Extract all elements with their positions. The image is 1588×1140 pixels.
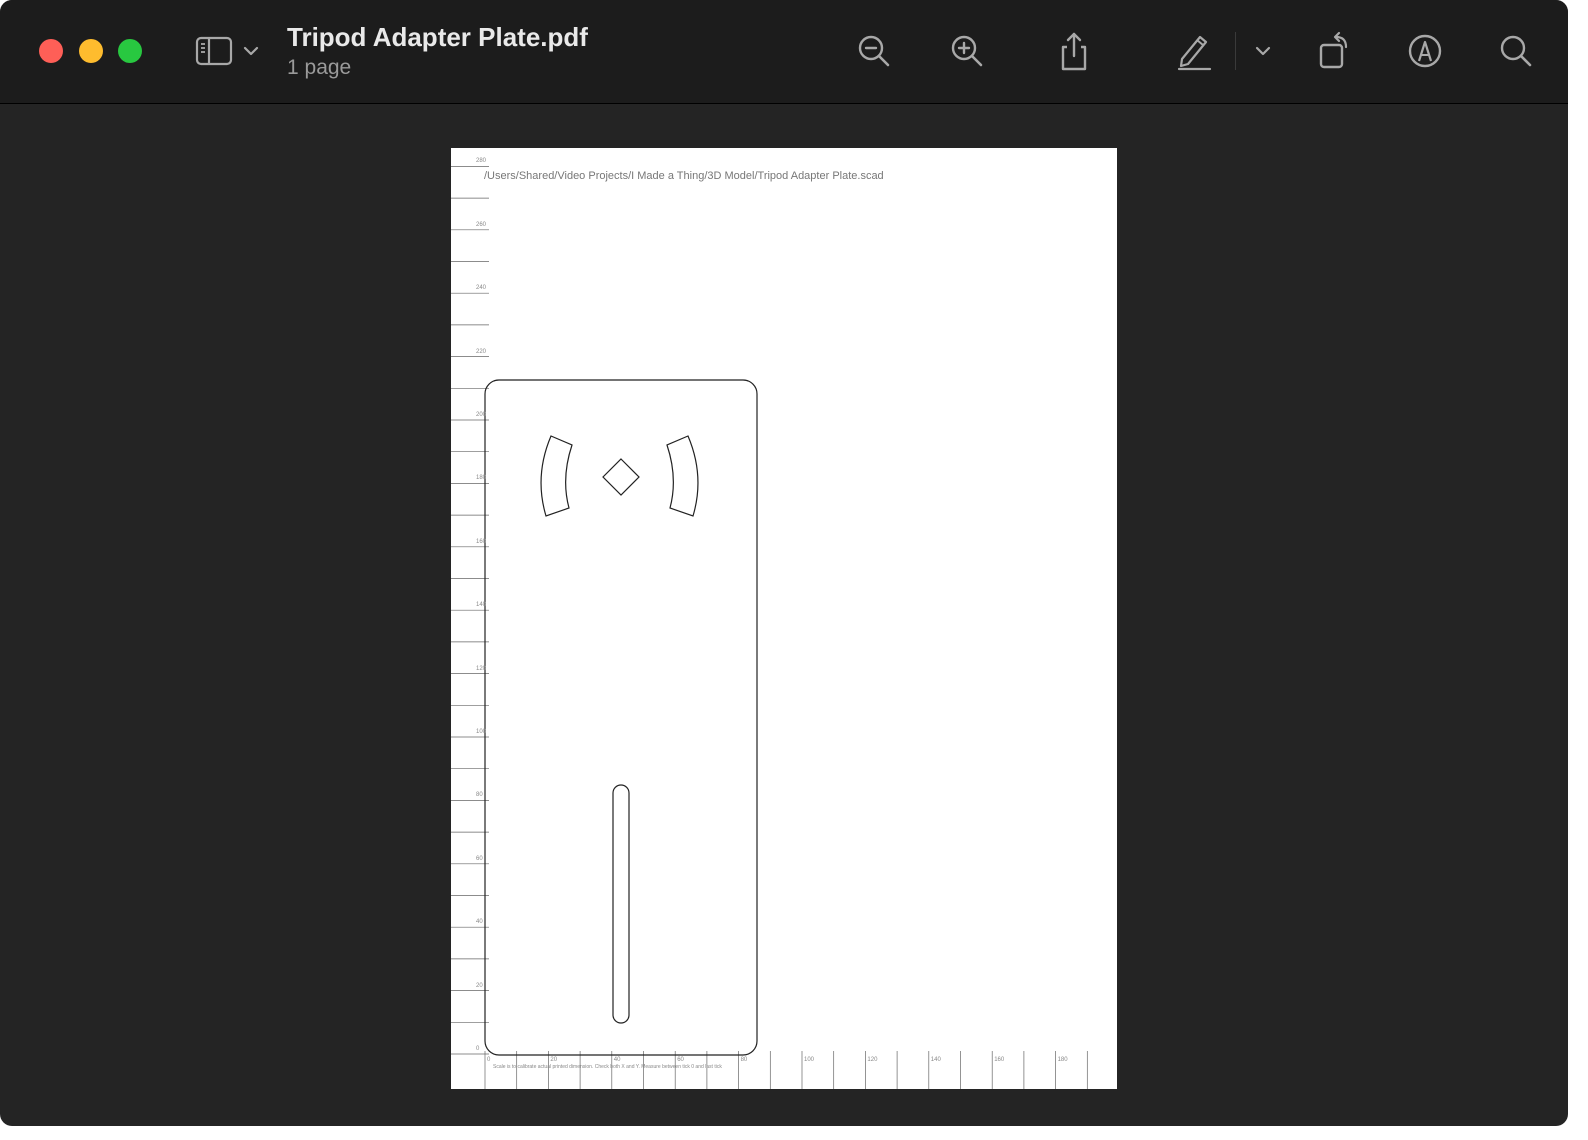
ruler-label: 240 (476, 285, 487, 292)
search-icon (1500, 35, 1532, 67)
ruler-label: 160 (476, 538, 487, 545)
vertical-ruler (451, 166, 489, 1055)
toolbar-divider (1235, 32, 1236, 70)
plate-outline (484, 379, 758, 1056)
pdf-page: /Users/Shared/Video Projects/I Made a Th… (451, 148, 1117, 1089)
chevron-down-icon (243, 46, 259, 56)
document-title: Tripod Adapter Plate.pdf (287, 22, 588, 52)
sidebar-icon (195, 36, 233, 66)
chevron-down-icon (1255, 46, 1271, 56)
ruler-label: 260 (476, 221, 487, 228)
zoom-in-icon (951, 35, 983, 67)
ruler-label: 100 (804, 1057, 815, 1063)
search-button[interactable] (1494, 26, 1538, 76)
right-arc-slot (666, 435, 699, 517)
drawing-canvas (451, 166, 1088, 1089)
ruler-label: 60 (677, 1057, 684, 1063)
ruler-label: 20 (550, 1057, 558, 1063)
close-button[interactable] (39, 39, 63, 63)
maximize-button[interactable] (118, 39, 142, 63)
markup-button[interactable] (1172, 26, 1216, 76)
ruler-label: 100 (476, 729, 487, 735)
ruler-label: 180 (476, 475, 487, 482)
left-arc-slot (540, 435, 573, 517)
markup-options-button[interactable] (1252, 26, 1274, 76)
file-path-label: /Users/Shared/Video Projects/I Made a Th… (484, 170, 884, 182)
annotate-icon (1408, 34, 1442, 68)
ruler-label: 0 (476, 1046, 480, 1052)
ruler-label: 120 (476, 665, 487, 672)
ruler-label: 280 (476, 158, 487, 165)
share-icon (1061, 32, 1087, 71)
ruler-label: 40 (476, 919, 483, 926)
sidebar-toggle-button[interactable] (192, 26, 236, 76)
ruler-label: 140 (930, 1057, 941, 1063)
ruler-label: 140 (476, 602, 487, 609)
zoom-in-button[interactable] (945, 26, 989, 76)
ruler-label: 40 (613, 1057, 621, 1063)
mounting-slot (612, 784, 630, 1024)
center-diamond-hole (602, 458, 640, 496)
toolbar: Tripod Adapter Plate.pdf 1 page (0, 0, 1568, 104)
ruler-label: 80 (476, 792, 483, 799)
zoom-out-icon (858, 35, 890, 67)
ruler-label: 180 (1057, 1057, 1068, 1063)
ruler-label: 220 (476, 348, 487, 355)
ruler-label: 80 (740, 1057, 748, 1063)
ruler-label: 60 (476, 855, 483, 862)
ruler-label: 200 (476, 412, 487, 418)
ruler-label: 0 (487, 1057, 491, 1063)
ruler-label: 160 (994, 1057, 1005, 1063)
share-button[interactable] (1052, 26, 1096, 76)
zoom-out-button[interactable] (852, 26, 896, 76)
ruler-label: 120 (867, 1057, 878, 1063)
scale-note: Scale is to calibrate actual printed dim… (493, 1064, 722, 1070)
sidebar-options-button[interactable] (240, 26, 262, 76)
minimize-button[interactable] (79, 39, 103, 63)
ruler-label: 20 (476, 982, 483, 989)
rotate-icon (1319, 31, 1348, 69)
page-count: 1 page (287, 56, 352, 79)
annotate-button[interactable] (1403, 26, 1447, 76)
markup-pencil-icon (1177, 35, 1212, 71)
rotate-button[interactable] (1312, 26, 1356, 76)
